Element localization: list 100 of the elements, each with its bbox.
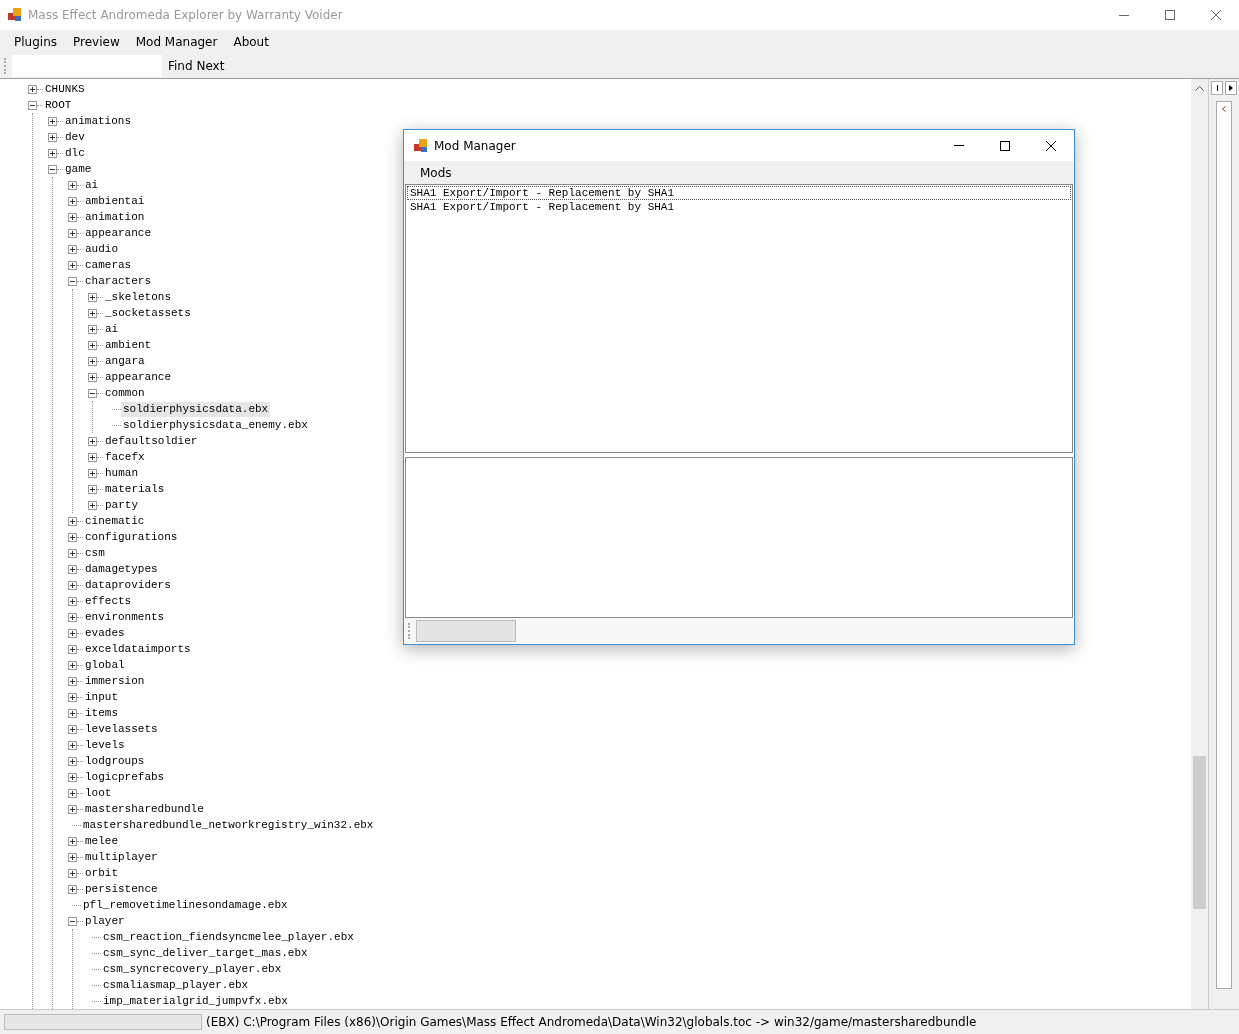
tree-item[interactable]: effects	[83, 593, 134, 609]
tree-item[interactable]: mastersharedbundle_networkregistry_win32.ebx	[81, 817, 376, 833]
menu-item[interactable]: Plugins	[6, 35, 65, 49]
tree-item[interactable]: ambient	[103, 337, 154, 353]
mod-list-item[interactable]: SHA1 Export/Import - Replacement by SHA1	[407, 200, 1071, 214]
expand-icon[interactable]	[88, 324, 97, 334]
menu-item[interactable]: Mods	[412, 165, 460, 180]
tree-item[interactable]: pfl_removetimelinesondamage.ebx	[81, 897, 290, 913]
tree-item[interactable]: ai	[103, 321, 121, 337]
tree-item[interactable]: imp_materialgrid_jumpvfx.ebx	[101, 993, 290, 1009]
expand-icon[interactable]	[68, 804, 77, 814]
tree-item[interactable]: exceldataimports	[83, 641, 193, 657]
tree-item[interactable]: dev	[63, 129, 87, 145]
expand-icon[interactable]	[68, 580, 77, 590]
tree-item[interactable]: mastersharedbundle	[83, 801, 206, 817]
tree-item[interactable]: lodgroups	[83, 753, 147, 769]
tree-item[interactable]: audio	[83, 241, 120, 257]
tree-item[interactable]: persistence	[83, 881, 160, 897]
expand-icon[interactable]	[88, 356, 97, 366]
scrollbar-thumb[interactable]	[1193, 756, 1206, 909]
tree-item[interactable]: logicprefabs	[83, 769, 167, 785]
expand-icon[interactable]	[88, 468, 97, 478]
expand-icon[interactable]	[68, 596, 77, 606]
expand-icon[interactable]	[88, 452, 97, 462]
tree-item[interactable]: ROOT	[43, 97, 74, 113]
expand-icon[interactable]	[68, 660, 77, 670]
tree-item[interactable]: animation	[83, 209, 147, 225]
expand-icon[interactable]	[68, 724, 77, 734]
menu-item[interactable]: Preview	[65, 35, 128, 49]
tree-item[interactable]: immersion	[83, 673, 147, 689]
expand-icon[interactable]	[68, 212, 77, 222]
tree-item[interactable]: animations	[63, 113, 133, 129]
tree-item[interactable]: environments	[83, 609, 167, 625]
tree-item[interactable]: appearance	[103, 369, 173, 385]
expand-icon[interactable]	[68, 196, 77, 206]
tree-item[interactable]: angara	[103, 353, 147, 369]
tree-item[interactable]: soldierphysicsdata.ebx	[121, 401, 271, 417]
tree-item[interactable]: csm_reaction_fiendsyncmelee_player.ebx	[101, 929, 356, 945]
expand-icon[interactable]	[88, 292, 97, 302]
tree-item[interactable]: player	[83, 913, 127, 929]
tree-item[interactable]: damagetypes	[83, 561, 160, 577]
tree-item[interactable]: csm_syncrecovery_player.ebx	[101, 961, 284, 977]
tree-item[interactable]: evades	[83, 625, 127, 641]
tree-item[interactable]: levelassets	[83, 721, 160, 737]
tree-item[interactable]: levels	[83, 737, 127, 753]
tree-item[interactable]: soldierphysicsdata_enemy.ebx	[121, 417, 310, 433]
expand-icon[interactable]	[68, 532, 77, 542]
expand-icon[interactable]	[68, 644, 77, 654]
tree-item[interactable]: loot	[83, 785, 114, 801]
collapse-icon[interactable]	[88, 388, 97, 398]
tree-item[interactable]: csm_sync_deliver_target_mas.ebx	[101, 945, 310, 961]
expand-icon[interactable]	[68, 708, 77, 718]
expand-icon[interactable]	[88, 500, 97, 510]
tree-item[interactable]: characters	[83, 273, 153, 289]
collapse-icon[interactable]	[68, 276, 77, 286]
expand-icon[interactable]	[28, 84, 37, 94]
expand-icon[interactable]	[88, 436, 97, 446]
tree-item[interactable]: facefx	[103, 449, 147, 465]
expand-icon[interactable]	[68, 884, 77, 894]
expand-icon[interactable]	[88, 340, 97, 350]
tree-item[interactable]: melee	[83, 833, 120, 849]
expand-icon[interactable]	[68, 868, 77, 878]
menu-item[interactable]: Mod Manager	[127, 35, 226, 49]
expand-icon[interactable]	[48, 132, 57, 142]
expand-icon[interactable]	[68, 516, 77, 526]
collapse-icon[interactable]	[48, 164, 57, 174]
expand-icon[interactable]	[68, 564, 77, 574]
search-field[interactable]	[12, 55, 162, 77]
expand-icon[interactable]	[88, 372, 97, 382]
expand-icon[interactable]	[68, 548, 77, 558]
tree-item[interactable]: cinematic	[83, 513, 147, 529]
tree-item[interactable]: materials	[103, 481, 167, 497]
expand-icon[interactable]	[68, 740, 77, 750]
expand-icon[interactable]	[88, 484, 97, 494]
tree-item[interactable]: defaultsoldier	[103, 433, 200, 449]
tree-item[interactable]: orbit	[83, 865, 120, 881]
tree-item[interactable]: ai	[83, 177, 101, 193]
tree-item[interactable]: _socketassets	[103, 305, 193, 321]
expand-icon[interactable]	[48, 148, 57, 158]
expand-icon[interactable]	[68, 788, 77, 798]
expand-icon[interactable]	[68, 228, 77, 238]
mod-list-item[interactable]: SHA1 Export/Import - Replacement by SHA1	[407, 186, 1071, 200]
tree-item[interactable]: items	[83, 705, 120, 721]
tree-item[interactable]: _skeletons	[103, 289, 173, 305]
expand-icon[interactable]	[68, 180, 77, 190]
scroll-left-button[interactable]	[1211, 81, 1223, 95]
expand-icon[interactable]	[68, 676, 77, 686]
expand-icon[interactable]	[68, 852, 77, 862]
expand-icon[interactable]	[68, 244, 77, 254]
expand-icon[interactable]	[88, 308, 97, 318]
tree-item[interactable]: CHUNKS	[43, 81, 87, 97]
menu-item[interactable]: About	[225, 35, 277, 49]
vertical-scrollbar[interactable]	[1191, 79, 1208, 1009]
collapse-icon[interactable]	[68, 916, 77, 926]
expand-icon[interactable]	[48, 116, 57, 126]
scroll-right-button[interactable]	[1225, 81, 1237, 95]
tree-item[interactable]: ambientai	[83, 193, 147, 209]
expand-icon[interactable]	[68, 836, 77, 846]
tree-item[interactable]: csm	[83, 545, 107, 561]
expand-icon[interactable]	[68, 628, 77, 638]
